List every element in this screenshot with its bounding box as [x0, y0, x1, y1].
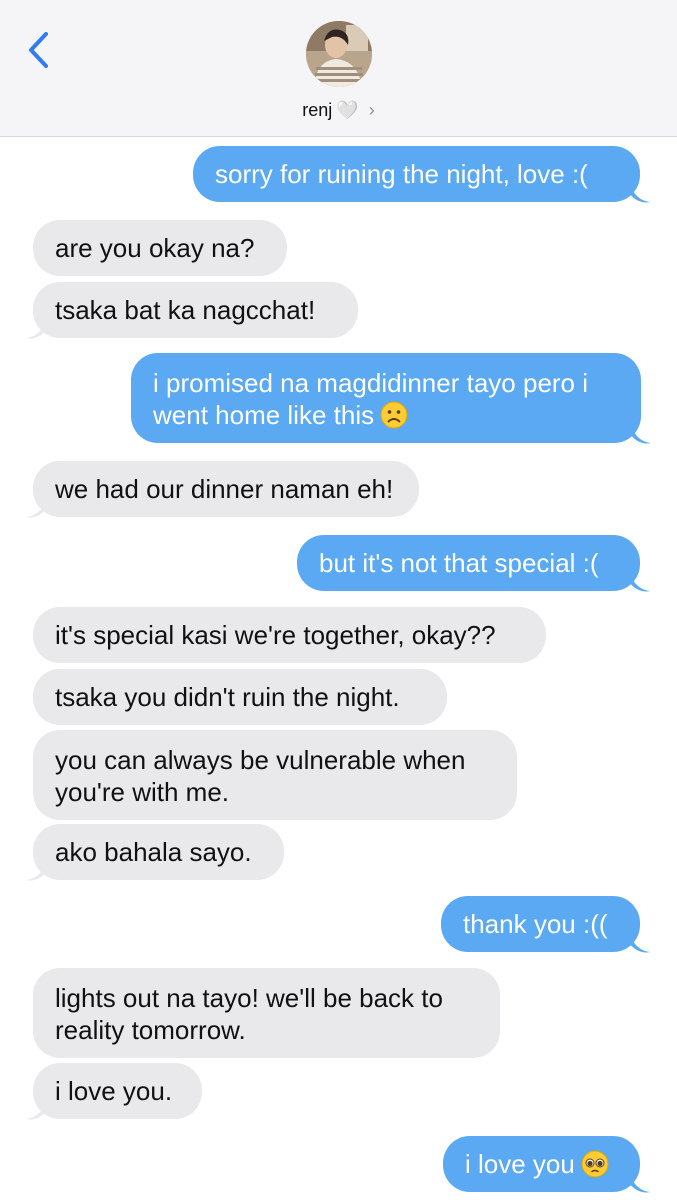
- message-bubble-outgoing[interactable]: i promised na magdidinner tayo pero i we…: [131, 353, 641, 443]
- message-text: it's special kasi we're together, okay??: [55, 620, 496, 650]
- chevron-right-icon: ›: [368, 99, 375, 120]
- message-bubble-outgoing[interactable]: but it's not that special :(: [297, 535, 640, 591]
- bubble-tail-incoming: [26, 1099, 46, 1120]
- message-text: tsaka bat ka nagcchat!: [55, 295, 316, 325]
- message-bubble-incoming[interactable]: i love you.: [33, 1063, 202, 1119]
- contact-name: renj: [302, 99, 333, 120]
- message-bubble-outgoing[interactable]: thank you :((: [441, 896, 640, 952]
- message-bubble-incoming[interactable]: are you okay na?: [33, 220, 287, 276]
- message-bubble-incoming[interactable]: you can always be vulnerable when you're…: [33, 730, 517, 820]
- message-text-line: went home like this: [153, 399, 619, 431]
- message-text-line: i promised na magdidinner tayo pero i: [153, 368, 589, 398]
- message-text: thank you :((: [463, 909, 608, 939]
- message-bubble-incoming[interactable]: lights out na tayo! we'll be back to rea…: [33, 968, 500, 1058]
- message-text-line: lights out na tayo! we'll be back to: [55, 983, 443, 1013]
- message-bubble-incoming[interactable]: tsaka you didn't ruin the night.: [33, 669, 447, 725]
- bubble-tail-incoming: [26, 860, 46, 881]
- message-bubble-outgoing[interactable]: sorry for ruining the night, love :(: [193, 146, 640, 202]
- message-text: ako bahala sayo.: [55, 837, 252, 867]
- message-bubble-incoming[interactable]: ako bahala sayo.: [33, 824, 284, 880]
- bubble-tail-outgoing: [631, 423, 651, 444]
- contact-name-button[interactable]: renj 🤍 ›: [0, 96, 677, 124]
- chevron-left-icon: [29, 32, 48, 68]
- bubble-tail-incoming: [26, 497, 46, 518]
- back-button[interactable]: [22, 28, 56, 72]
- frowning-face-emoji: [380, 401, 408, 429]
- message-text: sorry for ruining the night, love :(: [215, 159, 588, 189]
- message-text-line: reality tomorrow.: [55, 1015, 246, 1045]
- message-text: tsaka you didn't ruin the night.: [55, 682, 400, 712]
- pleading-face-emoji: [581, 1150, 609, 1178]
- message-text: went home like this: [153, 400, 375, 430]
- conversation-header: renj 🤍 ›: [0, 0, 677, 137]
- contact-avatar-image: [306, 21, 372, 87]
- message-bubble-incoming[interactable]: tsaka bat ka nagcchat!: [33, 282, 358, 338]
- message-text: but it's not that special :(: [319, 548, 599, 578]
- bubble-tail-outgoing: [630, 571, 650, 592]
- bubble-tail-outgoing: [630, 932, 650, 953]
- message-text: are you okay na?: [55, 233, 255, 263]
- message-bubble-incoming[interactable]: it's special kasi we're together, okay??: [33, 607, 546, 663]
- bubble-tail-incoming: [26, 318, 46, 339]
- white-heart-icon: 🤍: [336, 99, 359, 120]
- avatar[interactable]: [306, 21, 372, 87]
- message-text-line: you can always be vulnerable when: [55, 745, 466, 775]
- bubble-tail-outgoing: [630, 1172, 650, 1193]
- message-text: i love you.: [55, 1076, 173, 1106]
- message-text-line: you're with me.: [55, 777, 230, 807]
- message-bubble-incoming[interactable]: we had our dinner naman eh!: [33, 461, 419, 517]
- bubble-tail-outgoing: [630, 182, 650, 203]
- message-text: we had our dinner naman eh!: [55, 474, 394, 504]
- message-bubble-outgoing[interactable]: i love you: [443, 1136, 640, 1192]
- message-text: i love you: [465, 1149, 575, 1179]
